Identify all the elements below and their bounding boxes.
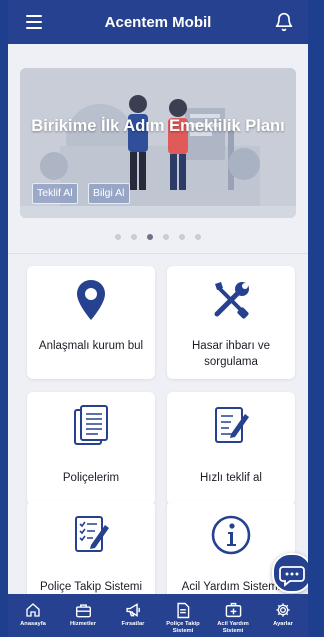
nav-label: Anasayfa [20, 621, 46, 627]
nav-label: Fırsatlar [121, 621, 145, 627]
first-aid-icon [225, 602, 241, 618]
bell-icon[interactable] [274, 12, 294, 32]
nav-home[interactable]: Anasayfa [8, 594, 58, 637]
nav-label: Ayarlar [273, 621, 293, 627]
edit-document-icon [215, 407, 249, 443]
briefcase-icon [75, 603, 91, 617]
card-label: Poliçe Takip Sistemi [39, 581, 143, 593]
carousel-dot[interactable] [163, 234, 169, 240]
card-damage-report[interactable]: Hasar ihbarı ve sorgulama [167, 266, 295, 379]
chat-bubble-icon [279, 566, 305, 587]
card-label: Poliçelerim [62, 472, 120, 484]
info-button[interactable]: Bilgi Al [88, 183, 130, 204]
nav-emergency[interactable]: Acil Yardım Sistemi [208, 594, 258, 637]
gear-icon [276, 603, 290, 617]
card-label: Acil Yardım Sistemi [181, 581, 281, 593]
divider [8, 253, 308, 254]
app-title: Acentem Mobil [104, 14, 212, 31]
card-label: Hızlı teklif al [200, 472, 262, 484]
nav-label: Acil Yardım Sistemi [217, 621, 249, 634]
carousel-indicators [8, 227, 308, 240]
checklist-pen-icon [75, 516, 109, 552]
carousel-dot[interactable] [131, 234, 137, 240]
card-label: Anlaşmalı kurum bul [38, 340, 144, 352]
app-frame: Acentem Mobil Birikime İlk Adım Emeklili… [8, 0, 308, 637]
carousel-dot-active[interactable] [147, 234, 153, 240]
nav-services[interactable]: Hizmetler [58, 594, 108, 637]
offer-button[interactable]: Teklif Al [32, 183, 78, 204]
bottom-navigation: Anasayfa Hizmetler Fırsatlar Poliçe Taki… [8, 594, 308, 637]
tools-icon [214, 282, 249, 319]
documents-icon [74, 405, 108, 445]
carousel-dot[interactable] [195, 234, 201, 240]
carousel-dot[interactable] [115, 234, 121, 240]
nav-label: Hizmetler [69, 621, 97, 627]
banner-headline: Birikime İlk Adım Emeklilik Planı [31, 117, 285, 135]
nav-policy-tracking[interactable]: Poliçe Takip Sistemi [158, 594, 208, 637]
promo-banner[interactable]: Birikime İlk Adım Emeklilik Planı Teklif… [20, 68, 296, 218]
home-icon [26, 603, 40, 617]
info-circle-icon [211, 515, 251, 555]
megaphone-icon [125, 603, 140, 617]
card-my-policies[interactable]: Poliçelerim [27, 392, 155, 505]
document-icon [177, 602, 190, 618]
nav-label: Poliçe Takip Sistemi [166, 621, 200, 634]
card-contracted-institution[interactable]: Anlaşmalı kurum bul [27, 266, 155, 379]
nav-opportunities[interactable]: Fırsatlar [108, 594, 158, 637]
chat-button[interactable] [272, 553, 308, 593]
location-pin-icon [77, 280, 105, 320]
top-app-bar: Acentem Mobil [8, 0, 308, 44]
card-quick-quote[interactable]: Hızlı teklif al [167, 392, 295, 505]
card-label: Hasar ihbarı ve sorgulama [192, 340, 270, 368]
carousel-dot[interactable] [179, 234, 185, 240]
nav-settings[interactable]: Ayarlar [258, 594, 308, 637]
